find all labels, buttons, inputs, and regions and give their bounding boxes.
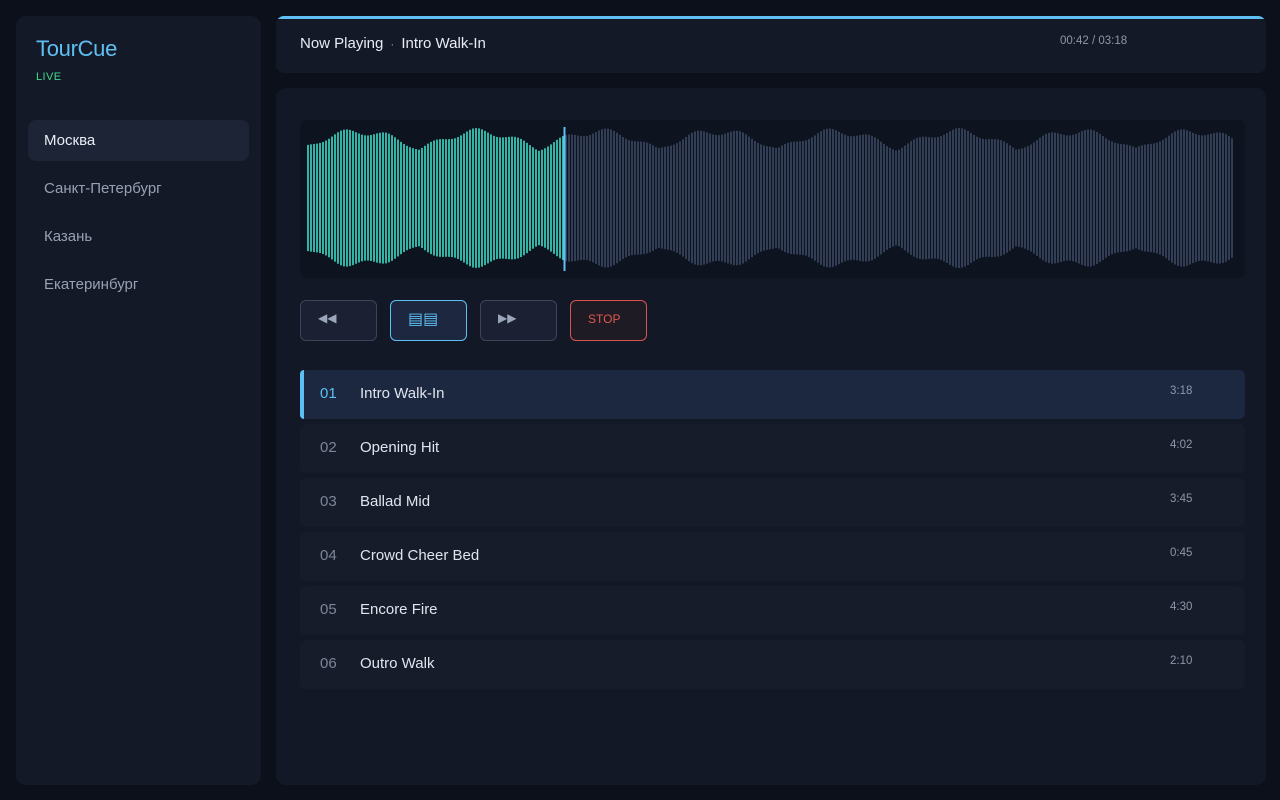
track-duration: 4:30: [1170, 601, 1193, 613]
track-row[interactable]: 03 Ballad Mid 3:45: [300, 478, 1245, 527]
rewind-button[interactable]: ◀◀: [300, 300, 377, 341]
waveform[interactable]: [300, 120, 1245, 278]
track-number: 01: [320, 385, 337, 402]
now-playing-label: Now Playing · Intro Walk-In: [300, 35, 486, 52]
track-number: 06: [320, 655, 337, 672]
track-duration: 2:10: [1170, 655, 1193, 667]
track-title: Encore Fire: [360, 601, 438, 618]
track-list: 01 Intro Walk-In 3:18 02 Opening Hit 4:0…: [300, 370, 1245, 694]
track-title: Opening Hit: [360, 439, 440, 456]
queue-button[interactable]: ▤▤: [390, 300, 467, 341]
track-title: Intro Walk-In: [360, 385, 445, 402]
progress-fill: [276, 16, 1266, 19]
live-status-badge: LIVE: [36, 71, 62, 83]
sidebar-item-saint-petersburg[interactable]: Санкт-Петербург: [28, 168, 249, 209]
stop-label: STOP: [588, 312, 621, 326]
track-title: Crowd Cheer Bed: [360, 547, 480, 564]
waveform-panel[interactable]: [300, 120, 1245, 278]
fast-forward-icon: ▶▶: [498, 311, 517, 325]
track-number: 05: [320, 601, 337, 618]
track-duration: 3:18: [1170, 385, 1193, 397]
playback-time: 00:42 / 03:18: [1060, 35, 1128, 47]
track-duration: 4:02: [1170, 439, 1193, 451]
track-row[interactable]: 06 Outro Walk 2:10: [300, 640, 1245, 689]
track-title: Ballad Mid: [360, 493, 431, 510]
track-row[interactable]: 04 Crowd Cheer Bed 0:45: [300, 532, 1245, 581]
main-panel: ◀◀ ▤▤ ▶▶ STOP 01 Intro Walk-In 3:18 02 O…: [276, 88, 1266, 785]
list-icon: ▤▤: [408, 311, 439, 328]
fast-forward-button[interactable]: ▶▶: [480, 300, 557, 341]
progress-track[interactable]: [276, 16, 1266, 19]
track-number: 03: [320, 493, 337, 510]
track-row[interactable]: 02 Opening Hit 4:02: [300, 424, 1245, 473]
active-track-indicator: [300, 370, 304, 419]
sidebar-item-moscow[interactable]: Москва: [28, 120, 249, 161]
sidebar: TourCue LIVE Москва Санкт-Петербург Каза…: [16, 16, 261, 785]
track-duration: 0:45: [1170, 547, 1193, 559]
now-playing-bar: Now Playing · Intro Walk-In 00:42 / 03:1…: [276, 16, 1266, 73]
stop-button[interactable]: STOP: [570, 300, 647, 341]
track-title: Outro Walk: [360, 655, 435, 672]
app-brand: TourCue: [36, 36, 118, 61]
track-number: 02: [320, 439, 337, 456]
sidebar-item-yekaterinburg[interactable]: Екатеринбург: [28, 264, 249, 305]
track-row[interactable]: 05 Encore Fire 4:30: [300, 586, 1245, 635]
now-playing-separator: ·: [390, 36, 395, 51]
now-playing-prefix: Now Playing: [300, 35, 384, 52]
track-number: 04: [320, 547, 337, 564]
rewind-icon: ◀◀: [318, 311, 337, 325]
track-duration: 3:45: [1170, 493, 1193, 505]
now-playing-title: Intro Walk-In: [401, 35, 486, 52]
sidebar-item-kazan[interactable]: Казань: [28, 216, 249, 257]
track-row[interactable]: 01 Intro Walk-In 3:18: [300, 370, 1245, 419]
city-nav: Москва Санкт-Петербург Казань Екатеринбу…: [28, 120, 249, 312]
